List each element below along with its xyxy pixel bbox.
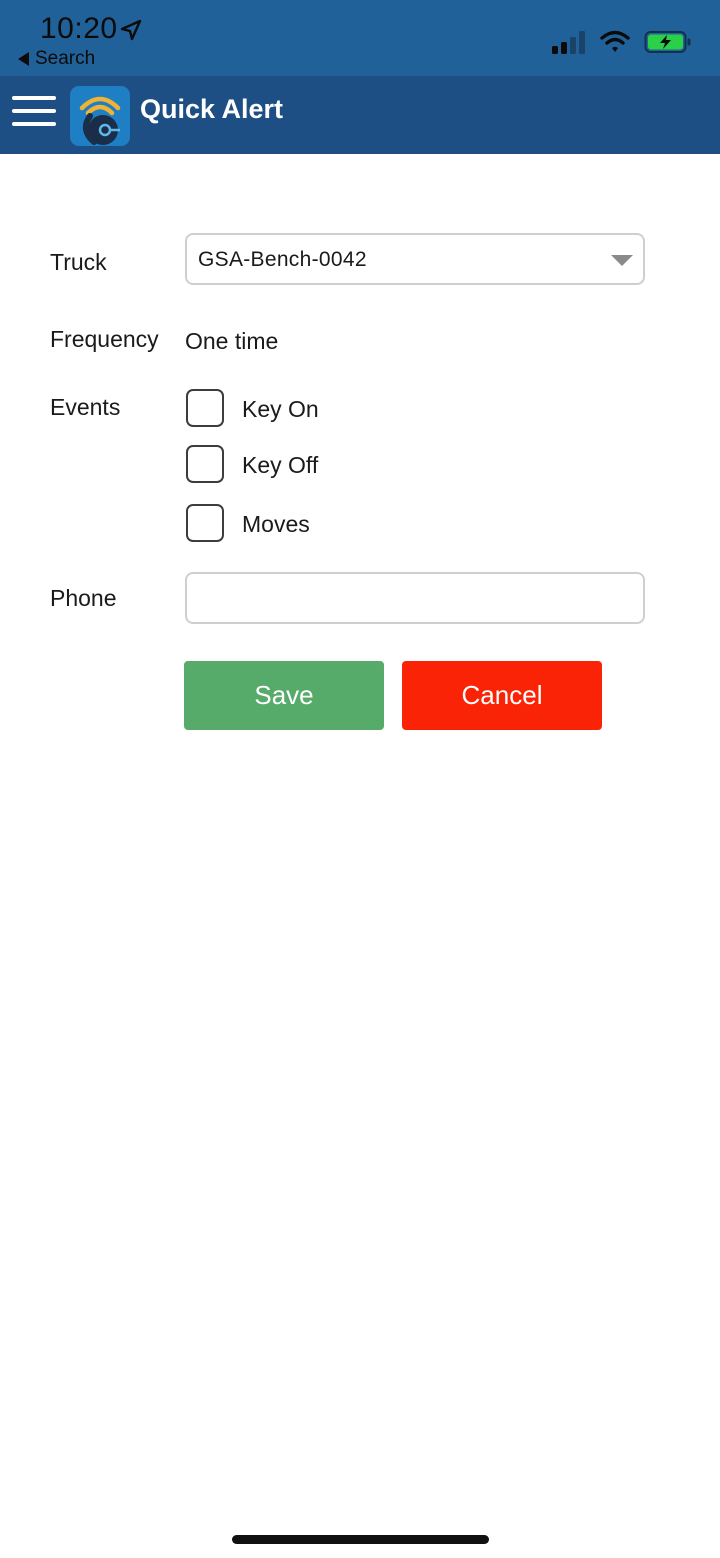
truck-label: Truck (50, 249, 107, 275)
app-logo-icon (70, 86, 130, 146)
status-time: 10:20 (40, 12, 118, 45)
key-on-checkbox[interactable] (186, 389, 224, 427)
truck-select-value: GSA-Bench-0042 (198, 248, 367, 271)
app-header: Quick Alert (0, 76, 720, 154)
wifi-icon (600, 30, 630, 52)
key-on-label[interactable]: Key On (242, 396, 319, 423)
back-to-search-link[interactable]: Search (18, 48, 95, 70)
save-button[interactable]: Save (184, 661, 384, 730)
battery-charging-icon (644, 31, 691, 53)
frequency-label: Frequency (50, 326, 159, 352)
events-label: Events (50, 394, 121, 420)
key-off-label[interactable]: Key Off (242, 452, 318, 479)
status-bar: 10:20 Search (0, 0, 720, 76)
truck-select[interactable]: GSA-Bench-0042 (185, 233, 645, 285)
hamburger-menu-icon[interactable] (12, 93, 56, 129)
system-icons (552, 30, 692, 54)
frequency-value: One time (185, 328, 279, 354)
key-off-checkbox[interactable] (186, 445, 224, 483)
phone-input[interactable] (185, 572, 645, 624)
moves-checkbox[interactable] (186, 504, 224, 542)
back-arrow-icon (18, 52, 29, 66)
cancel-button[interactable]: Cancel (402, 661, 602, 730)
moves-label[interactable]: Moves (242, 511, 310, 538)
phone-label: Phone (50, 585, 117, 611)
dropdown-arrow-icon (611, 255, 633, 266)
location-arrow-icon (120, 19, 142, 41)
back-label: Search (35, 48, 96, 69)
page-title: Quick Alert (140, 94, 284, 124)
home-indicator[interactable] (232, 1535, 489, 1544)
cellular-signal-icon (552, 31, 585, 54)
